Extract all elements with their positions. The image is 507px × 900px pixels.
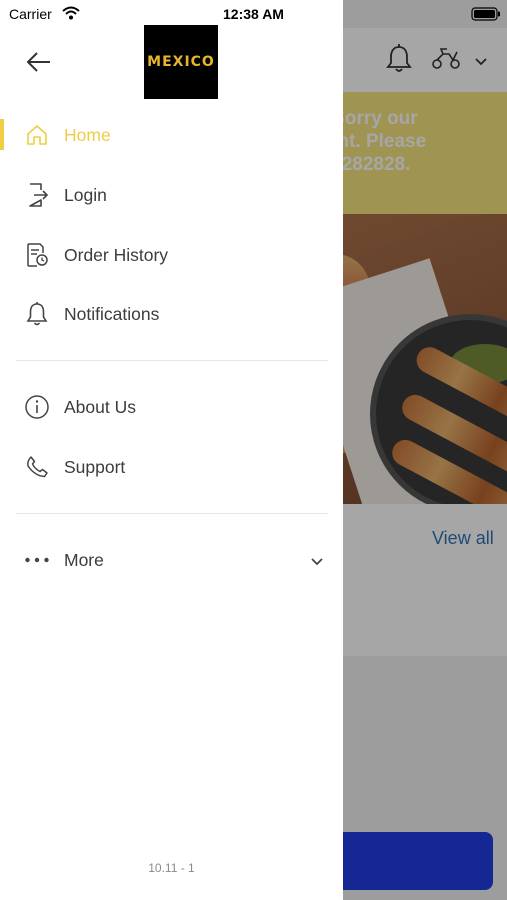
- menu-label: Order History: [64, 244, 169, 265]
- clock: 12:38 AM: [223, 6, 284, 22]
- menu-item-notifications[interactable]: Notifications: [0, 286, 343, 342]
- chevron-down-icon[interactable]: [310, 554, 324, 572]
- menu-item-support[interactable]: Support: [0, 439, 343, 495]
- menu-label: About Us: [64, 396, 136, 417]
- menu-divider: [16, 360, 328, 361]
- menu-label: More: [64, 549, 104, 570]
- logo-text: MEXICO: [147, 54, 215, 70]
- info-icon: [24, 393, 50, 421]
- menu-label: Home: [64, 124, 111, 145]
- side-drawer: MEXICO Home Login Order History Notifica…: [0, 0, 343, 900]
- login-icon: [24, 181, 50, 209]
- menu-item-about-us[interactable]: About Us: [0, 379, 343, 435]
- menu-item-more[interactable]: More: [0, 532, 343, 588]
- menu-label: Support: [64, 456, 126, 477]
- bell-icon: [24, 300, 50, 328]
- app-version: 10.11 - 1: [148, 861, 195, 875]
- menu-item-order-history[interactable]: Order History: [0, 227, 343, 283]
- menu-label: Notifications: [64, 303, 160, 324]
- menu-divider: [16, 513, 328, 514]
- home-icon: [24, 121, 50, 149]
- menu-item-login[interactable]: Login: [0, 167, 343, 223]
- menu-item-home[interactable]: Home: [0, 107, 343, 163]
- back-button[interactable]: [22, 48, 56, 80]
- arrow-left-icon: [26, 51, 52, 78]
- order-history-icon: [24, 241, 50, 269]
- restaurant-logo: MEXICO: [144, 25, 218, 99]
- phone-icon: [24, 453, 50, 481]
- more-dots-icon: [24, 546, 50, 574]
- status-bar: Carrier 12:38 AM: [0, 0, 507, 28]
- menu-label: Login: [64, 184, 107, 205]
- battery-icon: [471, 7, 501, 26]
